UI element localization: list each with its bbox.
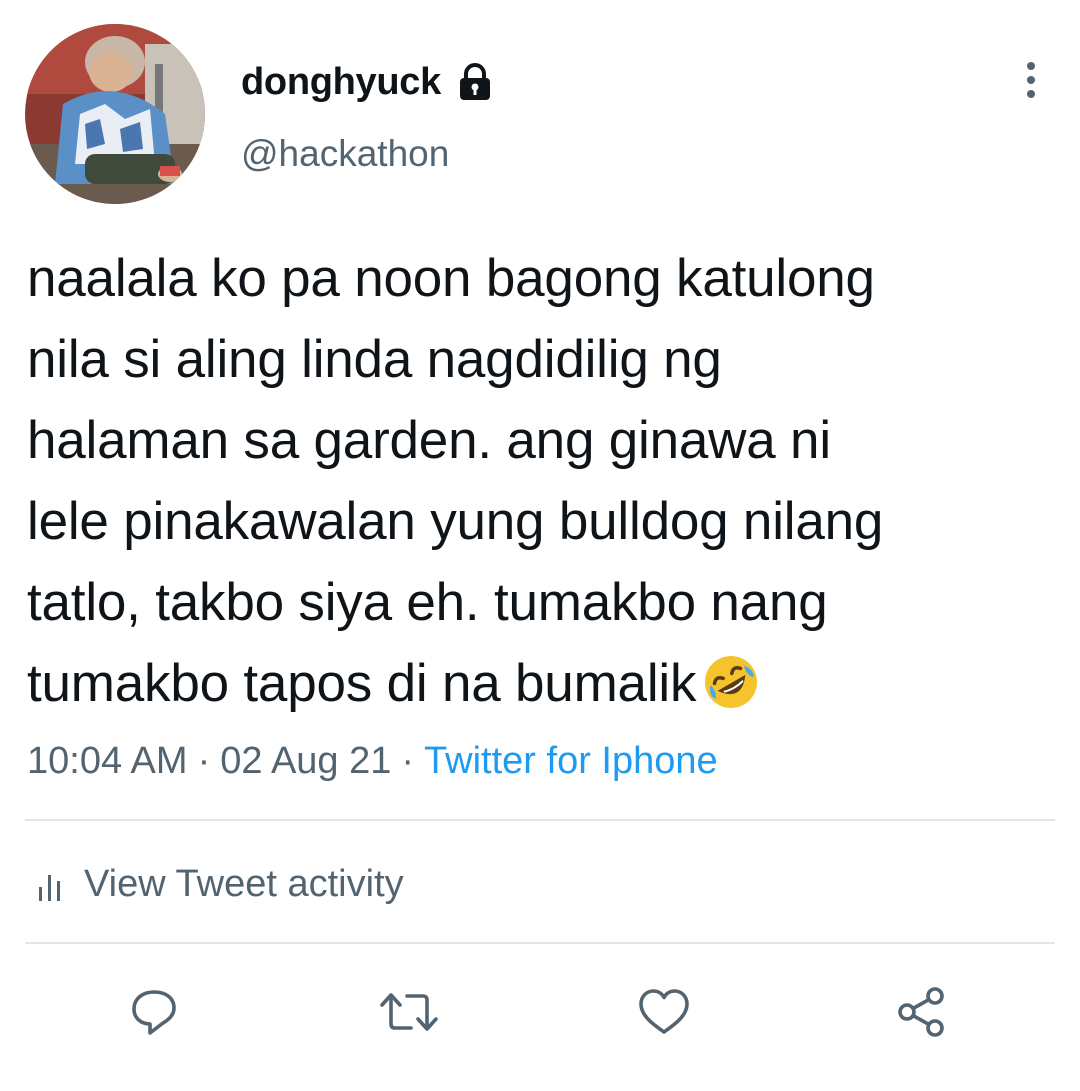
reply-button[interactable] xyxy=(124,982,184,1042)
tweet-text-body: naalala ko pa noon bagong katulong nila … xyxy=(27,249,884,713)
view-tweet-activity-button[interactable]: View Tweet activity xyxy=(36,860,404,908)
display-name[interactable]: donghyuck xyxy=(241,58,493,106)
heart-icon xyxy=(639,989,689,1034)
like-button[interactable] xyxy=(634,982,694,1042)
avatar-photo xyxy=(25,24,205,204)
tweet-source-link[interactable]: Twitter for Iphone xyxy=(424,740,718,782)
reply-icon xyxy=(132,990,176,1035)
meta-separator: · xyxy=(197,740,211,782)
display-name-text: donghyuck xyxy=(241,61,441,103)
user-handle[interactable]: @hackathon xyxy=(241,130,449,178)
tweet-date: 02 Aug 21 xyxy=(220,740,392,782)
retweet-icon xyxy=(380,993,438,1031)
share-icon xyxy=(898,987,944,1037)
divider xyxy=(25,819,1055,821)
bar-chart-icon xyxy=(36,867,68,901)
divider xyxy=(25,942,1055,944)
avatar[interactable] xyxy=(25,24,205,204)
lock-icon xyxy=(457,62,493,102)
rolling-on-the-floor-laughing-emoji-icon xyxy=(702,653,760,711)
tweet-time: 10:04 AM xyxy=(27,740,188,782)
tweet-text: naalala ko pa noon bagong katulong nila … xyxy=(27,238,1057,724)
view-tweet-activity-label: View Tweet activity xyxy=(84,863,404,905)
more-vertical-icon[interactable] xyxy=(1014,60,1048,100)
share-button[interactable] xyxy=(892,982,952,1042)
meta-separator: · xyxy=(401,740,415,782)
retweet-button[interactable] xyxy=(379,982,439,1042)
tweet-meta: 10:04 AM · 02 Aug 21 · Twitter for Iphone xyxy=(27,737,718,785)
